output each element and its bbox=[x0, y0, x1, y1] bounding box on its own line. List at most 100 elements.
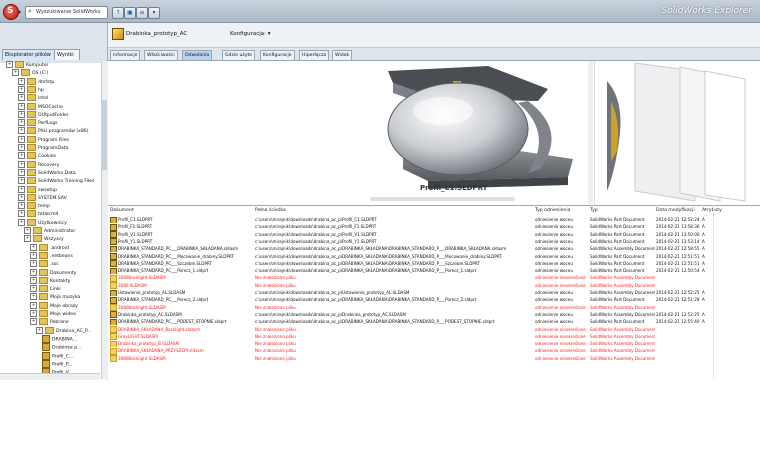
table-row[interactable]: Drabinka_prototyp_B.SLDASM Nie znaleziono… bbox=[108, 340, 713, 348]
tree-item[interactable]: + .android bbox=[30, 243, 69, 252]
tab-6[interactable]: Widok bbox=[332, 50, 353, 60]
expand-icon[interactable]: + bbox=[30, 285, 37, 293]
tree-item[interactable]: + Pliki programów (x86) bbox=[18, 127, 89, 135]
preview-scrollbar[interactable] bbox=[370, 197, 515, 201]
table-row[interactable]: GrayLIGHT.SLDASM Nie znaleziono pliku odni… bbox=[108, 333, 713, 341]
tab-1[interactable]: Właściwości bbox=[144, 50, 178, 60]
col-header-date[interactable]: Data modyfikacji bbox=[656, 208, 695, 213]
tree-item[interactable]: + Wszyscy bbox=[24, 235, 64, 243]
expand-icon[interactable]: + bbox=[30, 260, 37, 268]
tree-item[interactable]: + SYSTEM.SAV bbox=[18, 193, 67, 202]
expand-icon[interactable]: + bbox=[18, 218, 25, 226]
tree-item[interactable]: + PerfLogs bbox=[18, 119, 58, 127]
expand-icon[interactable]: + bbox=[18, 185, 25, 193]
expand-icon[interactable]: + bbox=[18, 144, 25, 151]
table-row[interactable]: DRABINKA_SKŁADANA_Backlight.sldasm Nie zn… bbox=[108, 326, 713, 333]
tree-item[interactable]: + Intel bbox=[18, 94, 48, 102]
table-row[interactable]: 3080Backlight.SLDASM Nie znaleziono pliku… bbox=[108, 274, 713, 282]
tree-item[interactable]: DRABINA... bbox=[42, 334, 77, 343]
tree-item[interactable]: + hp bbox=[18, 85, 44, 94]
tab-file-explorer[interactable]: Eksplorator plików bbox=[2, 49, 56, 60]
expand-icon[interactable]: + bbox=[18, 102, 25, 110]
tab-3[interactable]: Gdzie użyte bbox=[222, 50, 256, 60]
col-header-ref-type[interactable]: Typ odniesienia bbox=[535, 208, 570, 213]
tree-item[interactable]: + Moja muzyka bbox=[30, 293, 80, 301]
options-dropdown-button[interactable]: ▾ bbox=[148, 7, 160, 19]
solidworks-logo-icon[interactable]: S bbox=[3, 4, 19, 20]
table-row[interactable]: Drabinka_prototyp_AC.SLDASM c:\users\mira… bbox=[108, 311, 713, 319]
configuration-dropdown[interactable]: Konfiguracja: ▾ bbox=[230, 31, 271, 37]
table-row[interactable]: DRABINKA_STANDARD_PC___Mocowanie_drabiny… bbox=[108, 253, 713, 260]
table-row[interactable]: 3080 SLDASM Nie znaleziono pliku odniesien… bbox=[108, 282, 713, 289]
expand-icon[interactable]: + bbox=[30, 318, 37, 326]
open-button[interactable]: ▣ bbox=[124, 7, 136, 19]
tab-0[interactable]: Informacje bbox=[110, 50, 141, 60]
tree-item[interactable]: + Recovery bbox=[18, 160, 59, 169]
expand-icon[interactable]: + bbox=[18, 177, 25, 185]
expand-icon[interactable]: + bbox=[24, 235, 31, 243]
table-row[interactable]: DRABINKA_SKŁADANA_PRZYSZEPY.sldasm Nie zn… bbox=[108, 347, 713, 355]
expand-icon[interactable]: + bbox=[18, 119, 25, 127]
col-header-attributes[interactable]: Atrybuty bbox=[702, 208, 722, 213]
expand-icon[interactable]: + bbox=[18, 77, 25, 85]
tree-item[interactable]: + Administrator bbox=[24, 227, 75, 235]
tree-horizontal-scrollbar[interactable] bbox=[0, 373, 100, 380]
tree-item[interactable]: + Pobrane bbox=[30, 318, 69, 326]
expand-icon[interactable]: + bbox=[18, 152, 25, 160]
expand-icon[interactable]: + bbox=[30, 310, 37, 317]
expand-icon[interactable]: + bbox=[24, 227, 31, 234]
tree-item[interactable]: + SolidWorks Training Files bbox=[18, 177, 94, 185]
expand-icon[interactable]: + bbox=[18, 85, 25, 93]
expand-icon[interactable]: + bbox=[36, 326, 43, 334]
tree-item[interactable]: + .netbeans bbox=[30, 251, 73, 260]
tree-item[interactable]: + Moje wideo bbox=[30, 310, 76, 318]
expand-icon[interactable]: + bbox=[18, 193, 25, 201]
expand-icon[interactable]: + bbox=[18, 168, 25, 176]
expand-icon[interactable]: + bbox=[30, 251, 37, 259]
tree-item[interactable]: + Cookies bbox=[18, 152, 56, 160]
tree-item[interactable]: + Kontakty bbox=[30, 276, 70, 285]
search-input[interactable]: ⌕ Wyszukiwanie SolidWorks bbox=[25, 6, 108, 19]
tree-item[interactable]: + SolidWorks Data bbox=[18, 168, 76, 177]
table-row[interactable]: Profil_C1.SLDPRT c:\users\mirajnik\downlo… bbox=[108, 216, 713, 224]
expand-icon[interactable]: + bbox=[6, 61, 13, 68]
tree-item[interactable]: + Użytkownicy bbox=[18, 218, 67, 227]
expand-icon[interactable]: + bbox=[18, 94, 25, 102]
expand-icon[interactable]: + bbox=[18, 110, 25, 118]
table-row[interactable]: Profil_V1.SLDPRT c:\users\mirajnik\downlo… bbox=[108, 231, 713, 238]
tree-item[interactable]: Profil_P... bbox=[42, 359, 72, 368]
expand-icon[interactable]: + bbox=[30, 301, 37, 309]
expand-icon[interactable]: + bbox=[18, 210, 25, 218]
tree-item[interactable]: + Komputer bbox=[6, 61, 48, 69]
tree-item[interactable]: + ProgramData bbox=[18, 144, 68, 152]
tree-item[interactable]: + .ssc bbox=[30, 260, 59, 268]
expand-icon[interactable]: + bbox=[18, 135, 25, 143]
expand-icon[interactable]: + bbox=[12, 69, 19, 77]
expand-icon[interactable]: + bbox=[30, 243, 37, 251]
chevron-down-icon[interactable]: ▾ bbox=[18, 9, 21, 16]
expand-icon[interactable]: + bbox=[18, 160, 25, 168]
table-row[interactable]: DRABINKA_STANDARD_PC___Szczeble.SLDPRT c:… bbox=[108, 260, 713, 268]
tree-item[interactable]: + Moje obrazy bbox=[30, 301, 78, 310]
folder-tree[interactable]: + Komputer + OS (C:) + dmfstp + hp + Intel + MSOCac… bbox=[0, 61, 100, 379]
tab-5[interactable]: Hiperłącza bbox=[299, 50, 330, 60]
table-row[interactable]: 3080Backlight.SLDASM Nie znaleziono pliku… bbox=[108, 304, 713, 311]
table-row[interactable]: Ustawienie_prototyp_AL.SLDASM c:\users\mi… bbox=[108, 289, 713, 297]
expand-icon[interactable]: + bbox=[18, 202, 25, 210]
tree-item[interactable]: Profil_C... bbox=[42, 351, 73, 360]
col-header-path[interactable]: Pełna ścieżka bbox=[255, 208, 286, 213]
table-row[interactable]: DRABINKA_STANDARD_PC___Porecz_1.sldprt c:… bbox=[108, 267, 713, 275]
tree-item[interactable]: + MSOCache bbox=[18, 102, 63, 111]
tree-item[interactable]: + Program Files bbox=[18, 135, 69, 144]
expand-icon[interactable]: + bbox=[18, 127, 25, 135]
tree-item[interactable]: + OS (C:) bbox=[12, 69, 48, 77]
col-header-document[interactable]: Dokument bbox=[110, 208, 134, 213]
tree-item[interactable]: Drabinka p... bbox=[42, 343, 82, 352]
tab-2[interactable]: Odwołania bbox=[182, 50, 213, 60]
expand-icon[interactable]: + bbox=[30, 268, 37, 276]
tree-item[interactable]: + temp bbox=[18, 202, 50, 210]
up-folder-button[interactable]: ↑ bbox=[112, 7, 124, 19]
preview-vertical-scrollbar[interactable] bbox=[588, 61, 593, 204]
tree-item[interactable]: + OUtputFolder bbox=[18, 110, 69, 119]
tree-item[interactable]: + Dokumenty bbox=[30, 268, 77, 277]
